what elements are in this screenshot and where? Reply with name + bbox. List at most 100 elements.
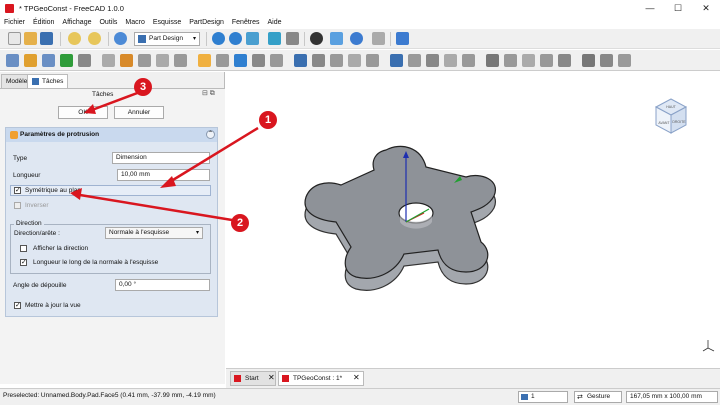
partdesign-tool-icon[interactable] <box>312 54 325 67</box>
refresh-icon[interactable] <box>114 32 127 45</box>
workbench-selector[interactable]: Part Design ▾ <box>134 32 200 46</box>
menu-affichage[interactable]: Affichage <box>62 19 91 26</box>
partdesign-tool-icon[interactable] <box>24 54 37 67</box>
menu-aide[interactable]: Aide <box>268 19 282 26</box>
menu-partdesign[interactable]: PartDesign <box>189 19 224 26</box>
length-input[interactable]: 10,00 mm <box>117 169 210 181</box>
freecad-logo-icon <box>5 3 14 13</box>
partdesign-tool-icon[interactable] <box>270 54 283 67</box>
redo-icon[interactable] <box>88 32 101 45</box>
viewport-scene: HAUT AVANT DROITE <box>304 98 715 352</box>
maximize-button[interactable]: ☐ <box>664 0 692 16</box>
measure-icon[interactable] <box>350 32 363 45</box>
view-menu-icon[interactable] <box>330 32 343 45</box>
fit-all-icon[interactable] <box>212 32 225 45</box>
partdesign-tool-icon[interactable] <box>558 54 571 67</box>
partdesign-tool-icon[interactable] <box>294 54 307 67</box>
direction-edge-label: Direction/arête : <box>14 230 60 237</box>
main-toolbar: Part Design ▾ <box>0 29 720 49</box>
tasks-header: Tâches <box>92 91 114 98</box>
partdesign-tool-icon[interactable] <box>42 54 55 67</box>
std-view-icon[interactable] <box>310 32 323 45</box>
dimension-display[interactable]: 167,05 mm x 100,00 mm <box>626 391 718 403</box>
partdesign-tool-icon[interactable] <box>426 54 439 67</box>
partdesign-tool-icon[interactable] <box>504 54 517 67</box>
partdesign-tool-icon[interactable] <box>198 54 211 67</box>
save-icon[interactable] <box>40 32 53 45</box>
tab-taches[interactable]: Tâches <box>27 74 69 88</box>
close-icon[interactable]: ✕ <box>353 373 360 382</box>
partdesign-tool-icon[interactable] <box>348 54 361 67</box>
panel-dock-icon[interactable]: ⊟ ⧉ <box>202 89 215 98</box>
tab-document[interactable]: TPGeoConst : 1* ✕ <box>278 371 364 386</box>
menu-edition[interactable]: Édition <box>33 19 54 26</box>
partdesign-tool-icon[interactable] <box>366 54 379 67</box>
partdesign-tool-icon[interactable] <box>156 54 169 67</box>
partdesign-tool-icon[interactable] <box>618 54 631 67</box>
help-icon[interactable] <box>396 32 409 45</box>
direction-edge-select[interactable]: Normale à l'esquisse ▾ <box>105 227 203 239</box>
partdesign-tool-icon[interactable] <box>102 54 115 67</box>
callout-2: 2 <box>231 214 249 232</box>
partdesign-tool-icon[interactable] <box>216 54 229 67</box>
reverse-checkbox[interactable] <box>14 202 21 209</box>
length-along-checkbox[interactable]: ✓ <box>20 259 27 266</box>
menu-esquisse[interactable]: Esquisse <box>153 19 181 26</box>
update-view-checkbox[interactable]: ✓ <box>14 302 21 309</box>
partdesign-tool-icon[interactable] <box>540 54 553 67</box>
length-along-label: Longueur le long de la normale à l'esqui… <box>33 259 159 266</box>
partdesign-tool-icon[interactable] <box>600 54 613 67</box>
open-icon[interactable] <box>24 32 37 45</box>
partdesign-tool-icon[interactable] <box>462 54 475 67</box>
partdesign-tool-icon[interactable] <box>486 54 499 67</box>
direction-edge-value: Normale à l'esquisse <box>109 229 170 236</box>
mouse-icon: ⇄ <box>577 394 583 401</box>
window-title: * TPGeoConst - FreeCAD 1.0.0 <box>19 3 124 13</box>
partdesign-tool-icon[interactable] <box>234 54 247 67</box>
cancel-button[interactable]: Annuler <box>114 106 164 119</box>
navigation-cube[interactable]: HAUT AVANT DROITE <box>654 98 688 134</box>
reverse-label: Inverser <box>25 202 49 209</box>
partdesign-tool-icon[interactable] <box>60 54 73 67</box>
partdesign-tool-icon[interactable] <box>390 54 403 67</box>
partdesign-tool-icon[interactable] <box>78 54 91 67</box>
menu-fenetres[interactable]: Fenêtres <box>232 19 260 26</box>
partdesign-tool-icon[interactable] <box>138 54 151 67</box>
navigation-style-selector[interactable]: ⇄ Gesture <box>574 391 622 403</box>
ok-button[interactable]: OK <box>58 106 108 119</box>
callout-3: 3 <box>134 78 152 96</box>
close-button[interactable]: ✕ <box>692 0 720 16</box>
draw-style-icon[interactable] <box>246 32 259 45</box>
minimize-button[interactable]: — <box>636 0 664 16</box>
partdesign-tool-icon[interactable] <box>330 54 343 67</box>
partdesign-tool-icon[interactable] <box>522 54 535 67</box>
page-selector[interactable]: 1 <box>518 391 568 403</box>
collapse-icon[interactable]: ⌃ <box>206 130 215 139</box>
section-icon[interactable] <box>286 32 299 45</box>
length-label: Longueur <box>13 172 41 179</box>
show-direction-checkbox[interactable] <box>20 245 27 252</box>
navcube-right: DROITE <box>672 120 686 124</box>
workbench-label: Part Design <box>149 35 183 42</box>
partdesign-tool-icon[interactable] <box>408 54 421 67</box>
partdesign-tool-icon[interactable] <box>582 54 595 67</box>
menu-outils[interactable]: Outils <box>99 19 117 26</box>
fit-selection-icon[interactable] <box>229 32 242 45</box>
partdesign-tool-icon[interactable] <box>6 54 19 67</box>
type-select[interactable]: Dimension <box>112 152 210 164</box>
tool-icon[interactable] <box>372 32 385 45</box>
new-document-icon[interactable] <box>8 32 21 45</box>
menu-fichier[interactable]: Fichier <box>4 19 25 26</box>
tab-start[interactable]: Start ✕ <box>230 371 276 386</box>
partdesign-tool-icon[interactable] <box>120 54 133 67</box>
symmetric-checkbox[interactable]: ✓ <box>14 187 21 194</box>
partdesign-tool-icon[interactable] <box>444 54 457 67</box>
partdesign-tool-icon[interactable] <box>174 54 187 67</box>
bounding-box-icon[interactable] <box>268 32 281 45</box>
menu-macro[interactable]: Macro <box>125 19 144 26</box>
taper-input[interactable]: 0,00 ° <box>115 279 210 291</box>
close-icon[interactable]: ✕ <box>268 373 275 382</box>
undo-icon[interactable] <box>68 32 81 45</box>
partdesign-tool-icon[interactable] <box>252 54 265 67</box>
3d-viewport[interactable]: HAUT AVANT DROITE <box>226 72 720 368</box>
